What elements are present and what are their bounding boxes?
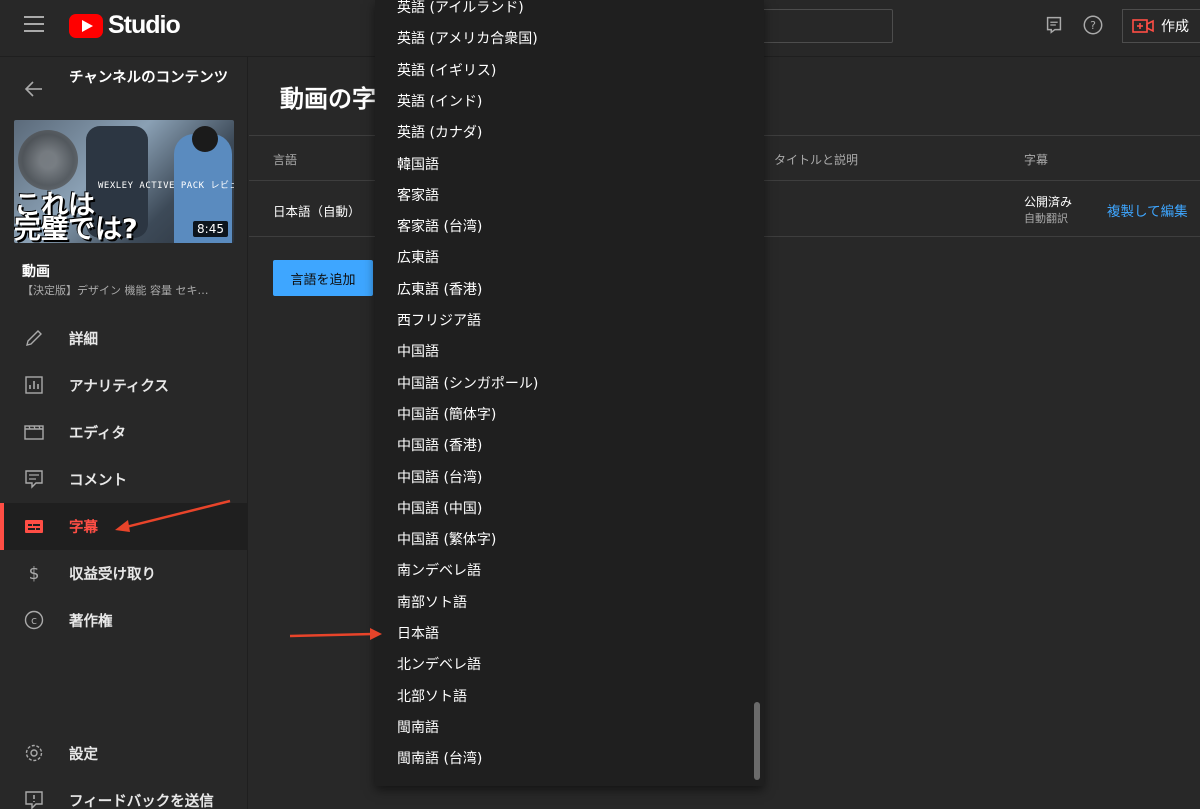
- logo-text: Studio: [108, 11, 181, 39]
- sidebar: チャンネルのコンテンツ WEXLEY ACTIVE PACK レビュー これは …: [0, 57, 248, 809]
- language-option[interactable]: 閩南語 (台湾): [397, 744, 482, 775]
- dropdown-scrollbar[interactable]: [752, 0, 760, 786]
- language-option[interactable]: 英語 (イギリス): [397, 56, 496, 87]
- thumbnail-gear: [18, 130, 78, 190]
- language-option[interactable]: 英語 (アメリカ合衆国): [397, 24, 538, 55]
- language-option[interactable]: 南ンデベレ語: [397, 556, 481, 587]
- studio-logo[interactable]: Studio: [69, 11, 181, 40]
- language-option[interactable]: 中国語 (香港): [397, 431, 482, 462]
- video-section-label: 動画: [22, 264, 50, 280]
- language-option[interactable]: 韓国語: [397, 150, 439, 181]
- gear-icon: [25, 744, 43, 762]
- add-language-button[interactable]: 言語を追加: [273, 260, 373, 296]
- annotation-arrow-subtitles: [115, 499, 231, 532]
- nav-label: 収益受け取り: [69, 567, 156, 583]
- language-option[interactable]: 閩南語: [397, 713, 439, 744]
- nav-label: コメント: [69, 473, 127, 489]
- language-option[interactable]: 北ンデベレ語: [397, 650, 481, 681]
- feedback-icon: [25, 791, 43, 809]
- pencil-icon: [26, 330, 42, 346]
- comment-icon: [25, 470, 43, 489]
- language-option[interactable]: 中国語 (中国): [397, 494, 482, 525]
- language-option[interactable]: 客家語 (台湾): [397, 212, 482, 243]
- thumbnail-person-head: [192, 126, 218, 152]
- annotation-arrow-japanese: [289, 628, 382, 640]
- duplicate-and-edit-link[interactable]: 複製して編集: [1107, 200, 1188, 220]
- nav-label: フィードバックを送信: [69, 794, 214, 809]
- youtube-play-icon: [69, 13, 103, 38]
- nav-label: 著作権: [69, 614, 113, 630]
- nav-label: アナリティクス: [69, 379, 169, 395]
- column-language: 言語: [273, 153, 298, 167]
- back-arrow-icon[interactable]: [24, 79, 44, 99]
- row-language: 日本語（自動）: [273, 204, 361, 219]
- svg-text:$: $: [29, 564, 40, 583]
- video-duration: 8:45: [193, 221, 228, 237]
- analytics-icon: [25, 376, 43, 394]
- create-button[interactable]: 作成: [1122, 9, 1200, 43]
- language-dropdown[interactable]: 英語 (アイルランド) 英語 (アメリカ合衆国) 英語 (イギリス) 英語 (インド)…: [375, 0, 764, 786]
- status-auto-translated: 自動翻訳: [1024, 212, 1068, 225]
- language-option[interactable]: 中国語 (シンガポール): [397, 369, 538, 400]
- create-label: 作成: [1161, 19, 1189, 35]
- nav-item-details[interactable]: 詳細: [0, 315, 248, 362]
- language-option[interactable]: 中国語 (繁体字): [397, 525, 496, 556]
- nav-label: 字幕: [69, 520, 98, 536]
- channel-content-title: チャンネルのコンテンツ: [69, 70, 229, 86]
- nav-item-monetization[interactable]: $ 収益受け取り: [0, 550, 248, 597]
- help-icon[interactable]: ?: [1082, 14, 1104, 36]
- column-title-desc: タイトルと説明: [774, 153, 859, 167]
- thumbnail-caption: WEXLEY ACTIVE PACK レビュー: [98, 181, 234, 191]
- menu-icon[interactable]: [24, 16, 44, 32]
- language-option[interactable]: 客家語: [397, 181, 439, 212]
- language-option[interactable]: 南部ソト語: [397, 588, 467, 619]
- language-option[interactable]: 中国語 (簡体字): [397, 400, 496, 431]
- svg-text:?: ?: [1090, 19, 1096, 32]
- thumbnail-headline: これは 完璧では?: [14, 190, 138, 243]
- nav-item-settings[interactable]: 設定: [0, 730, 248, 777]
- column-subtitles: 字幕: [1024, 153, 1049, 167]
- dropdown-scrollbar-thumb[interactable]: [754, 702, 760, 780]
- language-option[interactable]: 西フリジア語: [397, 306, 481, 337]
- language-option[interactable]: 広東語 (香港): [397, 275, 482, 306]
- svg-text:c: c: [31, 614, 37, 627]
- nav-label: 設定: [69, 747, 98, 763]
- dollar-icon: $: [29, 564, 40, 583]
- status-published: 公開済み: [1024, 195, 1073, 209]
- nav-item-analytics[interactable]: アナリティクス: [0, 362, 248, 409]
- language-option[interactable]: 英語 (インド): [397, 87, 482, 118]
- nav-item-editor[interactable]: エディタ: [0, 409, 248, 456]
- language-option[interactable]: 中国語: [397, 337, 439, 368]
- language-option[interactable]: 中国語 (台湾): [397, 463, 482, 494]
- nav-item-copyright[interactable]: c 著作権: [0, 597, 248, 644]
- language-option[interactable]: 北部ソト語: [397, 682, 467, 713]
- editor-icon: [24, 425, 44, 440]
- messages-icon[interactable]: [1043, 14, 1065, 36]
- nav-label: エディタ: [69, 426, 126, 442]
- language-option[interactable]: 英語 (アイルランド): [397, 0, 524, 24]
- copyright-icon: c: [24, 610, 44, 630]
- video-title: 【決定版】デザイン 機能 容量 セキ…: [22, 284, 209, 297]
- language-option[interactable]: 日本語: [397, 619, 439, 650]
- nav-item-feedback[interactable]: フィードバックを送信: [0, 777, 248, 809]
- video-thumbnail[interactable]: WEXLEY ACTIVE PACK レビュー これは 完璧では? 8:45: [14, 120, 234, 243]
- language-option[interactable]: 英語 (カナダ): [397, 118, 482, 149]
- nav-label: 詳細: [69, 332, 98, 348]
- language-option[interactable]: 広東語: [397, 243, 439, 274]
- create-video-icon: [1132, 19, 1154, 33]
- subtitles-icon: [25, 520, 43, 533]
